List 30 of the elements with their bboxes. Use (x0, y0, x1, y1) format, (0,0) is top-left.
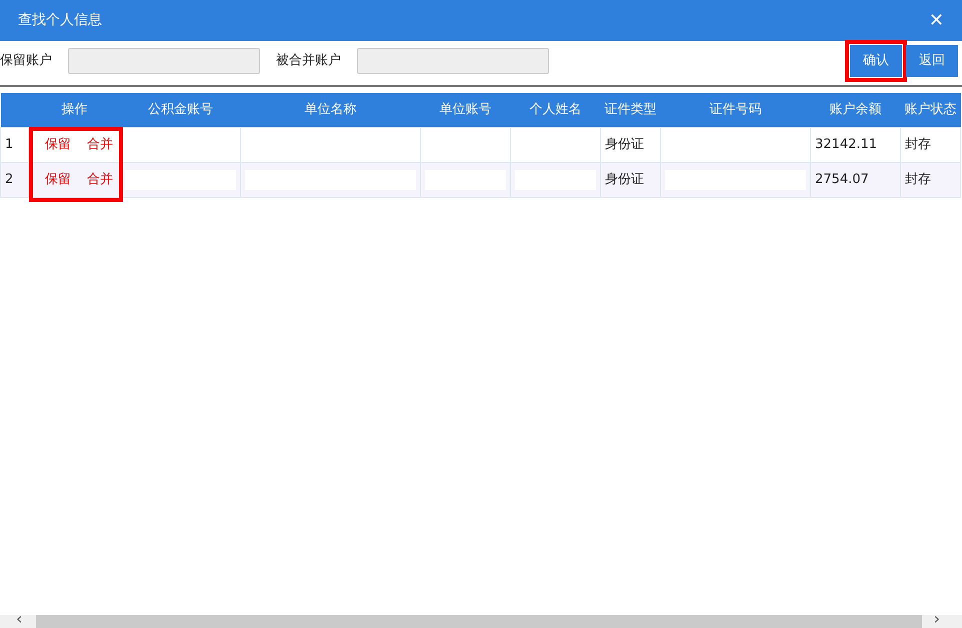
table-cell: 身份证 (605, 136, 644, 152)
column-header: 单位名称 (240, 93, 420, 127)
column-header: 证件号码 (660, 93, 810, 127)
column-header: 单位账号 (420, 93, 510, 127)
action-link[interactable]: 保留 (45, 172, 71, 187)
table-cell: 封存 (905, 136, 931, 152)
field-label: 保留账户 (0, 52, 52, 70)
confirm-button[interactable]: 确认 (850, 45, 902, 77)
close-button[interactable]: ✕ (928, 7, 944, 34)
table-cell: 2754.07 (815, 172, 869, 187)
column-header: 证件类型 (600, 93, 660, 127)
horizontal-scrollbar[interactable]: ‹ › (0, 615, 962, 628)
table-cell: 32142.11 (815, 136, 878, 152)
column-header: 操作 (28, 93, 120, 127)
column-header: 账户余额 (810, 93, 900, 127)
row-number: 1 (0, 127, 28, 162)
back-button[interactable]: 返回 (906, 45, 958, 77)
action-link[interactable]: 合并 (87, 172, 113, 187)
field-label: 被合并账户 (276, 52, 341, 70)
row-number: 2 (0, 162, 28, 197)
input-field[interactable] (357, 48, 549, 74)
table-cell: 身份证 (605, 172, 644, 187)
column-header: 个人姓名 (510, 93, 600, 127)
input-field[interactable] (68, 48, 260, 74)
window-title: 查找个人信息 (18, 11, 102, 30)
table-cell: 封存 (905, 172, 931, 187)
column-header: 账户状态 (900, 93, 960, 127)
column-header: 公积金账号 (120, 93, 240, 127)
action-link[interactable]: 合并 (87, 136, 113, 152)
action-link[interactable]: 保留 (45, 136, 71, 152)
